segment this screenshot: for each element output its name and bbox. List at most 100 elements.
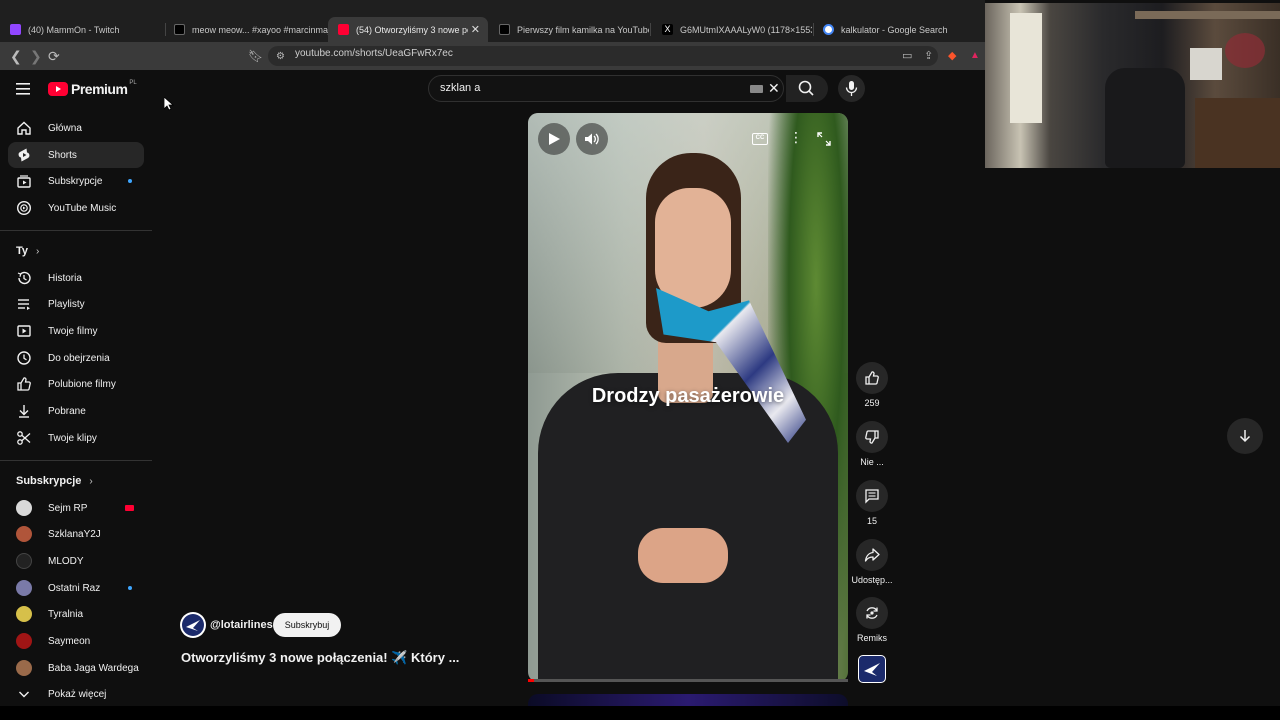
voice-search-button[interactable] — [838, 75, 865, 102]
fullscreen-icon[interactable] — [817, 132, 831, 151]
comment-icon — [865, 489, 879, 504]
search-input[interactable]: szklan a — [440, 82, 480, 94]
sidebar-item-home[interactable]: Główna — [8, 115, 144, 141]
search-icon — [798, 80, 814, 96]
progress-fill — [528, 679, 535, 682]
sidebar-item-shorts[interactable]: Shorts — [8, 142, 144, 168]
sidebar-item-your-clips[interactable]: Twoje klipy — [8, 425, 144, 451]
sound-thumbnail[interactable] — [858, 655, 886, 683]
tab-label: Pierwszy film kamilka na YouTube | T — [517, 24, 649, 35]
comments-button[interactable] — [856, 480, 888, 512]
sidebar-item-your-videos[interactable]: Twoje filmy — [8, 318, 144, 344]
liked-icon — [16, 376, 32, 392]
new-content-dot — [128, 586, 132, 590]
channel-name: Saymeon — [48, 635, 91, 647]
bookmark-icon[interactable]: 🔖︎ — [248, 48, 263, 64]
sidebar-subscription-channel[interactable]: Saymeon — [8, 628, 144, 654]
more-options-icon[interactable]: ⋮ — [789, 130, 803, 144]
share-page-icon[interactable]: ⇪ — [924, 48, 933, 64]
music-icon — [16, 200, 32, 216]
sidebar-item-label: Playlisty — [48, 298, 85, 310]
like-button[interactable] — [856, 362, 888, 394]
logo-label: Premium — [71, 81, 128, 97]
forward-icon[interactable]: ❯ — [30, 48, 42, 64]
mute-button[interactable] — [576, 123, 608, 155]
sidebar-subscription-channel[interactable]: Baba Jaga Wardega — [8, 655, 144, 681]
remix-icon — [866, 607, 878, 619]
mouse-cursor-icon — [163, 96, 175, 116]
history-icon — [16, 270, 32, 286]
channel-name: MLODY — [48, 555, 84, 567]
video-progress-bar[interactable] — [528, 679, 848, 682]
tab-label: kalkulator - Google Search — [841, 24, 948, 35]
browser-tab[interactable]: kalkulator - Google Search — [813, 17, 978, 42]
channel-avatar — [16, 633, 32, 649]
browser-tab-active[interactable]: (54) Otworzyliśmy 3 nowe połą ✕ — [328, 17, 488, 42]
playlist-icon — [16, 296, 32, 312]
sidebar-item-subscriptions[interactable]: Subskrypcje — [8, 168, 144, 194]
search-box[interactable] — [428, 75, 784, 102]
menu-icon[interactable] — [16, 82, 32, 95]
channel-name: Tyralnia — [48, 608, 84, 620]
sidebar-item-label: Główna — [48, 122, 82, 134]
channel-avatar — [16, 580, 32, 596]
back-icon[interactable]: ❮ — [10, 48, 22, 64]
sidebar-subscription-channel[interactable]: Sejm RP — [8, 495, 144, 521]
search-button[interactable] — [786, 75, 828, 102]
channel-name: Baba Jaga Wardega — [48, 662, 139, 674]
browser-tab[interactable]: X G6MUtmIXAAALyW0 (1178×1553) — [652, 17, 812, 42]
url-text: youtube.com/shorts/UeaGFwRx7ec — [295, 48, 453, 59]
logo-region: PL — [129, 80, 137, 86]
clear-search-icon[interactable]: ✕ — [768, 80, 780, 97]
install-app-icon[interactable]: ▭ — [902, 48, 912, 64]
sidebar-item-label: Do obejrzenia — [48, 352, 110, 364]
channel-avatar[interactable] — [180, 612, 206, 638]
rewards-icon[interactable]: ▲ — [970, 48, 980, 64]
remix-button[interactable] — [856, 597, 888, 629]
browser-tab[interactable]: (40) MammOn - Twitch — [0, 17, 165, 42]
browser-tab[interactable]: meow meow... #xayoo #marcinmajk — [164, 17, 328, 42]
play-icon — [549, 133, 560, 145]
reload-icon[interactable]: ⟳ — [48, 48, 60, 64]
webcam-overlay — [985, 3, 1280, 168]
youtube-favicon-icon — [338, 24, 349, 35]
share-button[interactable] — [856, 539, 888, 571]
shorts-icon — [16, 147, 32, 163]
thumbs-up-icon — [865, 371, 879, 385]
next-short-button[interactable] — [1227, 418, 1263, 454]
sidebar-item-liked-videos[interactable]: Polubione filmy — [8, 371, 144, 397]
sidebar-item-downloads[interactable]: Pobrane — [8, 398, 144, 424]
sidebar-subscription-channel[interactable]: Ostatni Raz — [8, 575, 144, 601]
volume-icon — [585, 133, 599, 145]
like-count: 259 — [864, 398, 880, 408]
sidebar-item-label: Twoje klipy — [48, 432, 97, 444]
captions-icon[interactable]: CC — [752, 133, 768, 145]
sidebar-item-history[interactable]: Historia — [8, 265, 144, 291]
sidebar-subscription-channel[interactable]: SzklanaY2J — [8, 521, 144, 547]
sidebar-item-youtube-music[interactable]: YouTube Music — [8, 195, 144, 221]
microphone-icon — [845, 81, 858, 96]
subscribe-button[interactable]: Subskrybuj — [273, 613, 341, 637]
channel-name: Ostatni Raz — [48, 582, 101, 594]
video-title[interactable]: Otworzyliśmy 3 nowe połączenia! ✈️ Który… — [181, 650, 459, 666]
sidebar-section-subscriptions[interactable]: Subskrypcje › — [16, 475, 93, 487]
site-info-icon[interactable]: ⚙ — [276, 49, 285, 65]
tab-label: G6MUtmIXAAALyW0 (1178×1553) — [680, 24, 812, 35]
x-favicon-icon: X — [662, 24, 673, 35]
close-tab-icon[interactable]: ✕ — [471, 23, 480, 36]
channel-handle[interactable]: @lotairlines — [210, 619, 273, 631]
youtube-logo[interactable]: Premium PL — [48, 80, 137, 97]
sidebar-section-you[interactable]: Ty › — [16, 245, 39, 257]
sidebar-subscription-channel[interactable]: MLODY — [8, 548, 144, 574]
subscriptions-icon — [16, 173, 32, 189]
brave-shield-icon[interactable]: ◆ — [948, 48, 956, 64]
dislike-button[interactable] — [856, 421, 888, 453]
sidebar-item-playlists[interactable]: Playlisty — [8, 291, 144, 317]
keyboard-icon[interactable] — [750, 85, 763, 93]
sidebar-show-more[interactable]: Pokaż więcej — [8, 681, 144, 707]
play-button[interactable] — [538, 123, 570, 155]
live-icon — [125, 505, 134, 511]
browser-tab[interactable]: Pierwszy film kamilka na YouTube | T — [489, 17, 649, 42]
sidebar-item-watch-later[interactable]: Do obejrzenia — [8, 345, 144, 371]
sidebar-subscription-channel[interactable]: Tyralnia — [8, 601, 144, 627]
